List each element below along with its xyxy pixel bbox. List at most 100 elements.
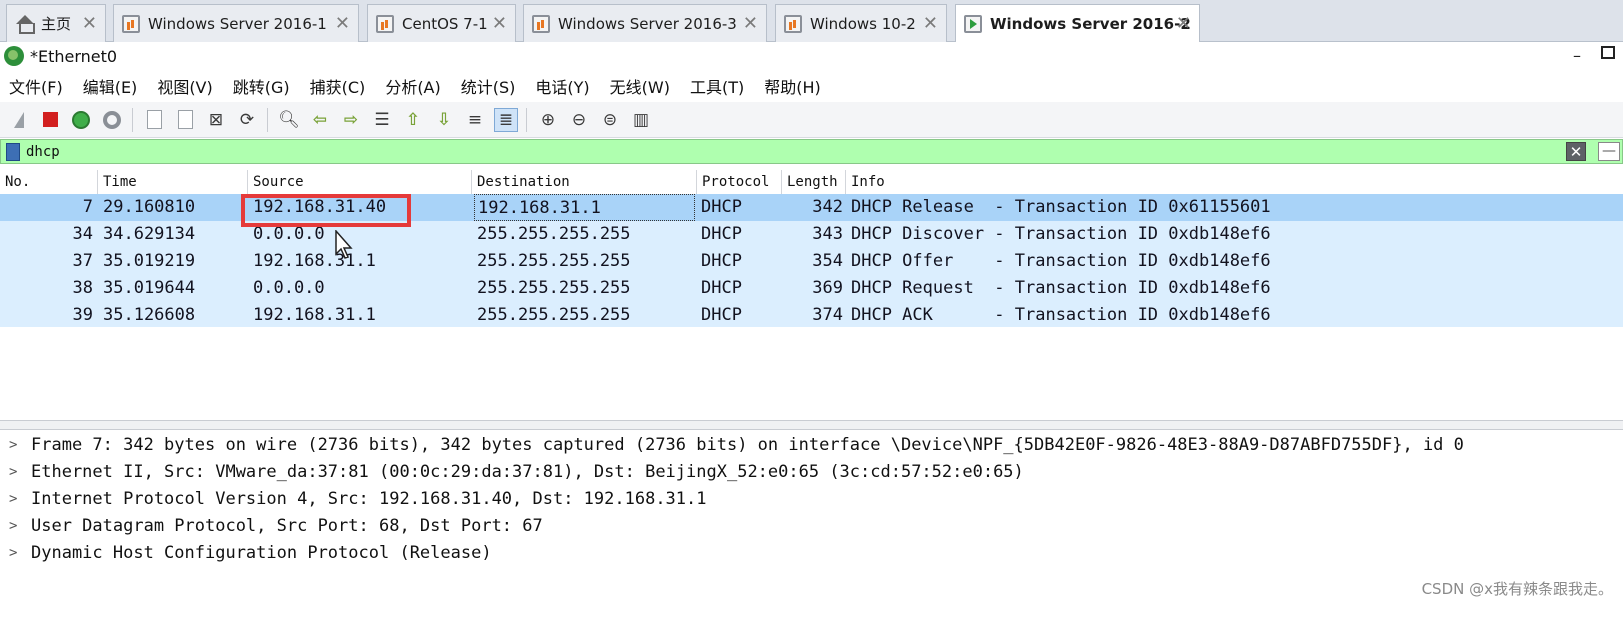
menu-analyze[interactable]: 分析(A) [385,74,440,98]
apply-filter-button[interactable]: — [1598,142,1620,161]
column-header-no[interactable]: No. [0,170,98,195]
menu-capture[interactable]: 捕获(C) [310,74,366,98]
packet-row[interactable]: 37 35.019219 192.168.31.1 255.255.255.25… [0,248,1623,275]
vm-tab-home[interactable]: 主页 ✕ [6,4,106,42]
cell-protocol: DHCP [701,221,742,248]
chevron-right-icon[interactable]: > [9,486,17,513]
column-header-destination[interactable]: Destination [472,170,697,195]
reload-icon[interactable]: ⟳ [235,108,259,132]
menu-file[interactable]: 文件(F) [9,74,63,98]
cell-source: 192.168.31.1 [253,248,376,275]
column-header-protocol[interactable]: Protocol [697,170,782,195]
close-icon[interactable]: ✕ [923,13,938,34]
cell-protocol: DHCP [701,302,742,329]
mouse-cursor-icon [335,230,353,260]
menu-view[interactable]: 视图(V) [157,74,212,98]
column-header-length[interactable]: Length [782,170,846,195]
menu-edit[interactable]: 编辑(E) [83,74,138,98]
detail-tree-item[interactable]: > Internet Protocol Version 4, Src: 192.… [0,486,1623,513]
pane-splitter[interactable] [0,420,1623,430]
close-icon[interactable]: ✕ [492,13,507,34]
chevron-right-icon[interactable]: > [9,432,17,459]
vm-tab-label: CentOS 7-1 [402,15,488,33]
close-icon[interactable]: ✕ [82,13,97,34]
detail-tree-item[interactable]: > Dynamic Host Configuration Protocol (R… [0,540,1623,567]
menu-tools[interactable]: 工具(T) [690,74,744,98]
column-header-source[interactable]: Source [248,170,472,195]
cell-destination: 192.168.31.1 [474,194,695,221]
menu-go[interactable]: 跳转(G) [233,74,290,98]
restore-button[interactable] [1601,46,1615,59]
bookmark-icon[interactable] [6,143,20,161]
vm-tab-label: 主页 [41,13,71,34]
display-filter-input[interactable] [26,144,1426,160]
close-icon[interactable]: ✕ [743,13,758,34]
cell-protocol: DHCP [701,194,742,221]
first-icon[interactable]: ⇧ [401,108,425,132]
stop-icon[interactable] [38,108,62,132]
shark-fin-icon[interactable] [7,108,31,132]
restart-icon[interactable] [69,108,93,132]
colorize-icon[interactable]: ≣ [494,108,518,132]
zoom-normal-icon[interactable]: ⊜ [598,108,622,132]
display-filter-bar: ✕ — [0,139,1623,164]
vm-running-icon [964,15,982,33]
back-icon[interactable]: ⇦ [308,108,332,132]
goto-icon[interactable]: ☰ [370,108,394,132]
wireshark-fin-icon [4,46,24,66]
clear-filter-button[interactable]: ✕ [1566,142,1586,161]
vm-tab-windows-10-2[interactable]: Windows 10-2 ✕ [775,4,947,42]
forward-icon[interactable]: ⇨ [339,108,363,132]
cell-length: 374 [782,302,843,329]
vm-tab-label: Windows Server 2016-2 [990,15,1191,33]
cell-time: 35.019219 [103,248,195,275]
vm-tab-windows-server-2016-3[interactable]: Windows Server 2016-3 ✕ [523,4,767,42]
resize-columns-icon[interactable]: ▥ [629,108,653,132]
last-icon[interactable]: ⇩ [432,108,456,132]
window-title: *Ethernet0 [30,47,117,66]
column-header-info[interactable]: Info [846,170,1623,195]
chevron-right-icon[interactable]: > [9,513,17,540]
options-icon[interactable] [100,108,124,132]
save-icon[interactable] [173,108,197,132]
menu-bar: 文件(F) 编辑(E) 视图(V) 跳转(G) 捕获(C) 分析(A) 统计(S… [0,70,1623,102]
vm-icon [532,15,550,33]
cell-length: 354 [782,248,843,275]
zoom-in-icon[interactable]: ⊕ [536,108,560,132]
minimize-button[interactable]: – [1573,46,1581,65]
cell-length: 342 [782,194,843,221]
cell-protocol: DHCP [701,248,742,275]
chevron-right-icon[interactable]: > [9,459,17,486]
menu-statistics[interactable]: 统计(S) [461,74,516,98]
column-header-time[interactable]: Time [98,170,248,195]
packet-row[interactable]: 39 35.126608 192.168.31.1 255.255.255.25… [0,302,1623,329]
close-icon[interactable]: ✕ [335,13,350,34]
packet-row[interactable]: 38 35.019644 0.0.0.0 255.255.255.255 DHC… [0,275,1623,302]
autoscroll-icon[interactable]: ≡ [463,108,487,132]
vm-tab-windows-server-2016-1[interactable]: Windows Server 2016-1 ✕ [113,4,359,42]
toolbar-separator [132,108,133,132]
cell-no: 37 [0,248,93,275]
detail-tree-item[interactable]: > Frame 7: 342 bytes on wire (2736 bits)… [0,432,1623,459]
cell-protocol: DHCP [701,275,742,302]
cell-length: 343 [782,221,843,248]
vm-icon [122,15,140,33]
chevron-right-icon[interactable]: > [9,540,17,567]
vm-tab-windows-server-2016-2[interactable]: Windows Server 2016-2 ✕ [955,4,1200,43]
vm-tab-label: Windows Server 2016-1 [148,15,327,33]
menu-help[interactable]: 帮助(H) [764,74,821,98]
zoom-out-icon[interactable]: ⊖ [567,108,591,132]
open-icon[interactable] [142,108,166,132]
menu-wireless[interactable]: 无线(W) [610,74,670,98]
menu-telephony[interactable]: 电话(Y) [535,74,589,98]
vm-tab-centos-7-1[interactable]: CentOS 7-1 ✕ [367,4,516,42]
cell-no: 34 [0,221,93,248]
detail-tree-item[interactable]: > Ethernet II, Src: VMware_da:37:81 (00:… [0,459,1623,486]
close-icon[interactable]: ✕ [1176,13,1191,34]
vm-tab-label: Windows 10-2 [810,15,916,33]
cell-info: DHCP ACK - Transaction ID 0xdb148ef6 [851,302,1271,329]
close-file-icon[interactable]: ⊠ [204,108,228,132]
find-icon[interactable]: 🔍︎ [277,108,301,132]
detail-tree-item[interactable]: > User Datagram Protocol, Src Port: 68, … [0,513,1623,540]
detail-text: Dynamic Host Configuration Protocol (Rel… [31,540,492,567]
